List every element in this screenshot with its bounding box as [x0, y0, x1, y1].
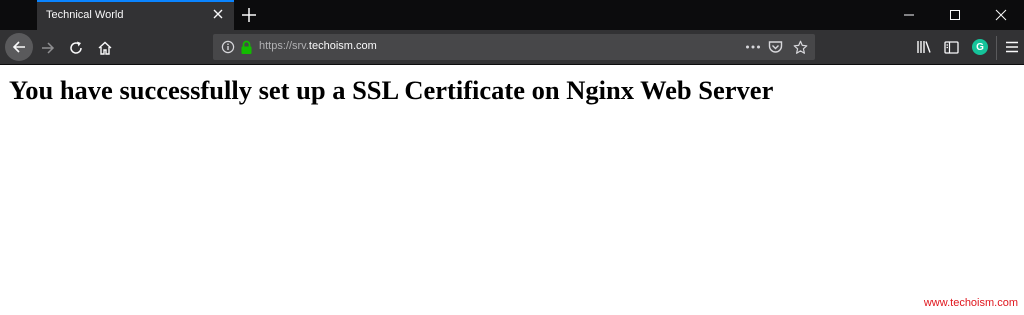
url-prefix: https://srv.: [259, 40, 309, 52]
watermark-text: www.techoism.com: [923, 297, 1018, 309]
page-content: You have successfully set up a SSL Certi…: [0, 65, 1024, 315]
close-tab-icon[interactable]: [210, 6, 226, 22]
url-host: techoism.com: [308, 40, 377, 52]
info-icon[interactable]: [220, 39, 236, 55]
navigation-toolbar: https://srv.techoism.com G: [0, 30, 1024, 65]
url-text[interactable]: https://srv.techoism.com: [259, 40, 377, 52]
close-window-icon[interactable]: [978, 0, 1024, 30]
hamburger-menu-icon[interactable]: [1004, 39, 1020, 55]
page-heading: You have successfully set up a SSL Certi…: [9, 75, 774, 105]
page-actions-icon[interactable]: [744, 39, 762, 55]
reload-icon[interactable]: [66, 38, 86, 58]
forward-arrow-icon[interactable]: [38, 38, 58, 58]
minimize-icon[interactable]: [886, 0, 932, 30]
maximize-icon[interactable]: [932, 0, 978, 30]
home-icon[interactable]: [95, 38, 115, 58]
address-bar[interactable]: https://srv.techoism.com: [213, 34, 815, 60]
back-button[interactable]: [5, 33, 33, 61]
grammarly-extension-icon[interactable]: G: [972, 39, 988, 55]
pocket-icon[interactable]: [766, 39, 784, 55]
library-icon[interactable]: [915, 39, 933, 55]
new-tab-icon[interactable]: [240, 6, 258, 24]
sidebar-icon[interactable]: [942, 39, 960, 55]
bookmark-star-icon[interactable]: [791, 38, 809, 56]
secure-lock-icon[interactable]: [238, 38, 254, 56]
tab-title: Technical World: [46, 9, 124, 21]
tab-technical-world[interactable]: Technical World: [37, 0, 234, 30]
tab-strip: Technical World: [0, 0, 1024, 30]
back-arrow-icon: [12, 41, 25, 53]
toolbar-separator: [996, 36, 997, 60]
